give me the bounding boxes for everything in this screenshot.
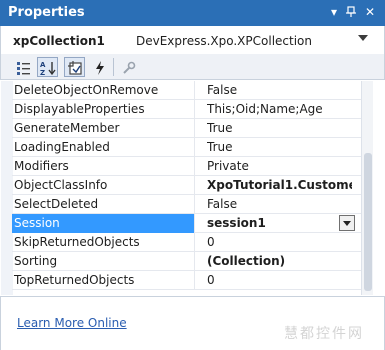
learn-more-link[interactable]: Learn More Online [17, 316, 127, 330]
property-name[interactable]: GenerateMember [12, 119, 195, 138]
object-selector[interactable]: xpCollection1 DevExpress.Xpo.XPCollectio… [0, 26, 385, 54]
property-row[interactable]: TopReturnedObjects 0 [12, 271, 361, 290]
property-value[interactable]: 0 [207, 271, 352, 290]
properties-window: Properties ▾ ✕ xpCollection1 DevExpress.… [0, 0, 385, 350]
properties-toolbar: A Z [0, 54, 385, 80]
value-dropdown-button[interactable] [339, 215, 355, 231]
property-name[interactable]: DeleteObjectOnRemove [12, 81, 195, 100]
property-row[interactable]: Sorting (Collection) [12, 252, 361, 271]
property-name[interactable]: SelectDeleted [12, 195, 195, 214]
toolbar-separator [113, 58, 114, 76]
events-icon[interactable] [89, 57, 110, 77]
property-value[interactable]: 0 [207, 233, 352, 252]
object-type: DevExpress.Xpo.XPCollection [136, 34, 312, 48]
window-title: Properties [8, 5, 85, 20]
property-row[interactable]: Modifiers Private [12, 157, 361, 176]
property-value[interactable]: True [207, 119, 352, 138]
property-name[interactable]: SkipReturnedObjects [12, 233, 195, 252]
property-value[interactable]: False [207, 195, 352, 214]
property-row[interactable]: Session session1 [12, 214, 361, 233]
property-row[interactable]: DeleteObjectOnRemove False [12, 81, 361, 100]
scrollbar-thumb[interactable] [364, 153, 372, 291]
property-pages-icon[interactable] [118, 57, 139, 77]
vertical-scrollbar[interactable] [361, 81, 373, 295]
property-row[interactable]: LoadingEnabled True [12, 138, 361, 157]
property-value[interactable]: True [207, 138, 352, 157]
property-value[interactable]: This;Oid;Name;Age [207, 100, 352, 119]
categorized-icon[interactable] [13, 57, 34, 77]
property-row[interactable]: SelectDeleted False [12, 195, 361, 214]
property-value[interactable]: XpoTutorial1.Customer [207, 176, 352, 195]
property-value[interactable]: Private [207, 157, 352, 176]
title-bar: Properties ▾ ✕ [0, 0, 385, 26]
close-icon[interactable]: ✕ [362, 4, 378, 21]
property-row[interactable]: SkipReturnedObjects 0 [12, 233, 361, 252]
description-panel: Learn More Online 慧都控件网 [0, 297, 385, 350]
window-menu-dropdown-icon[interactable]: ▾ [326, 4, 342, 21]
property-name[interactable]: Sorting [12, 252, 195, 271]
chevron-down-icon[interactable] [358, 35, 368, 41]
property-row[interactable]: ObjectClassInfo XpoTutorial1.Customer [12, 176, 361, 195]
property-name[interactable]: Modifiers [12, 157, 195, 176]
property-name[interactable]: LoadingEnabled [12, 138, 195, 157]
alphabetical-icon[interactable]: A Z [37, 57, 58, 77]
properties-icon[interactable] [64, 57, 85, 77]
svg-text:A: A [40, 61, 46, 69]
property-value[interactable]: session1 [207, 214, 352, 233]
svg-text:Z: Z [40, 69, 45, 76]
property-row[interactable]: GenerateMember True [12, 119, 361, 138]
object-name: xpCollection1 [13, 34, 105, 48]
property-row[interactable]: DisplayableProperties This;Oid;Name;Age [12, 100, 361, 119]
property-value[interactable]: (Collection) [207, 252, 352, 271]
property-name[interactable]: ObjectClassInfo [12, 176, 195, 195]
property-value[interactable]: False [207, 81, 352, 100]
property-name[interactable]: Session [12, 214, 195, 233]
watermark: 慧都控件网 [284, 326, 364, 342]
property-name[interactable]: TopReturnedObjects [12, 271, 195, 290]
property-name[interactable]: DisplayableProperties [12, 100, 195, 119]
auto-hide-pin-icon[interactable] [343, 4, 359, 21]
